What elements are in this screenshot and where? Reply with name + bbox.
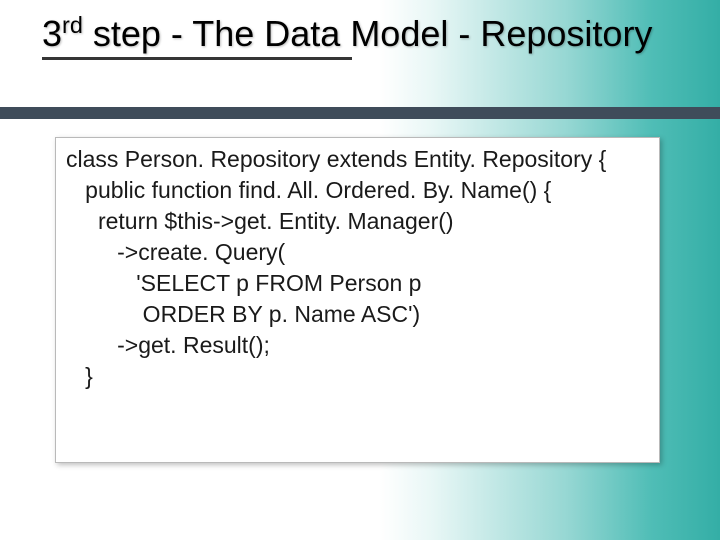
code-line: public function find. All. Ordered. By. … <box>66 175 649 206</box>
code-line: class Person. Repository extends Entity.… <box>66 144 649 175</box>
slide-title: 3rd step - The Data Model - Repository <box>42 12 682 55</box>
title-separator-bar <box>0 107 720 119</box>
title-ordinal-suffix: rd <box>62 12 83 38</box>
code-line: ->create. Query( <box>66 237 649 268</box>
code-line: ORDER BY p. Name ASC') <box>66 299 649 330</box>
code-line: ->get. Result(); <box>66 330 649 361</box>
title-area: 3rd step - The Data Model - Repository <box>42 12 682 60</box>
title-rest: step - The Data Model - Repository <box>83 13 653 54</box>
code-line: return $this->get. Entity. Manager() <box>66 206 649 237</box>
code-box: class Person. Repository extends Entity.… <box>55 137 660 463</box>
slide: 3rd step - The Data Model - Repository c… <box>0 0 720 540</box>
code-line: 'SELECT p FROM Person p <box>66 268 649 299</box>
title-ordinal-number: 3 <box>42 13 62 54</box>
title-underline <box>42 57 352 60</box>
code-line: } <box>66 361 649 392</box>
